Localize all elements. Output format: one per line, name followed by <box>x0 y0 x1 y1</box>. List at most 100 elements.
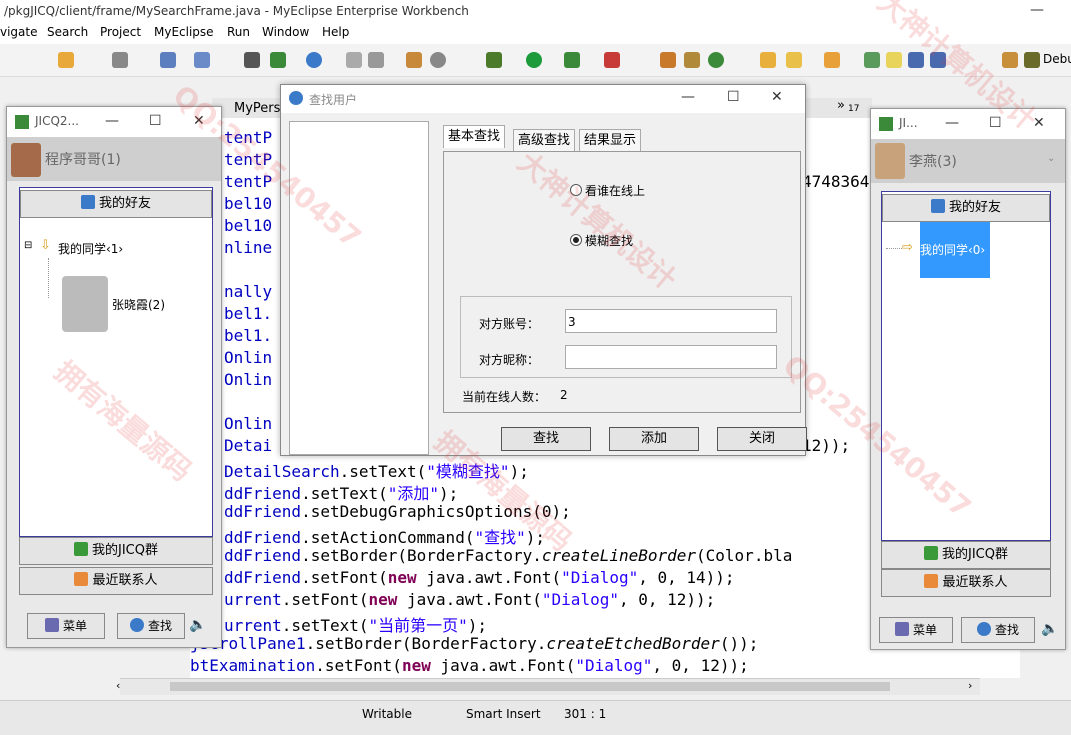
minimize-icon[interactable]: — <box>945 115 959 131</box>
user-header: 程序哥哥(1) <box>7 137 221 181</box>
close-icon[interactable]: ✕ <box>771 89 783 105</box>
radio-button-selected[interactable] <box>570 234 582 246</box>
chevron-down-icon[interactable]: ⌄ <box>1047 153 1055 164</box>
external-tools-icon[interactable] <box>604 52 620 68</box>
find-button[interactable]: 查找 <box>117 613 185 639</box>
menu-myeclipse[interactable]: MyEclipse <box>154 25 214 39</box>
jicq-group-button[interactable]: 我的JICQ群 <box>19 537 213 565</box>
server-icon[interactable] <box>270 52 286 68</box>
close-icon[interactable]: ✕ <box>193 113 205 129</box>
code-line: nline <box>224 238 272 257</box>
group-label[interactable]: 我的同学‹1› <box>58 240 123 257</box>
menu-window[interactable]: Window <box>262 25 309 39</box>
run-icon[interactable] <box>526 52 542 68</box>
code-token: ); <box>467 616 488 635</box>
code-token: tentP <box>224 128 273 147</box>
speaker-icon[interactable]: 🔈 <box>1041 621 1058 637</box>
globe2-icon[interactable] <box>430 52 446 68</box>
my-friends-label: 我的好友 <box>948 200 1001 215</box>
tree-collapse-icon[interactable]: ⊟ <box>24 240 32 251</box>
run-config-icon[interactable] <box>564 52 580 68</box>
minimize-icon[interactable]: — <box>105 113 119 129</box>
open-folder-icon[interactable] <box>760 52 776 68</box>
code-line: Onlin <box>224 348 272 367</box>
debug-perspective-label[interactable]: Debu <box>1043 52 1071 66</box>
paste-icon[interactable] <box>368 52 384 68</box>
highlight-icon[interactable] <box>886 52 902 68</box>
minimize-icon[interactable]: — <box>681 89 695 105</box>
save-icon[interactable] <box>112 52 128 68</box>
horizontal-scrollbar[interactable]: ‹ › <box>116 678 980 695</box>
new-icon[interactable] <box>58 52 74 68</box>
account-field[interactable]: 3 <box>565 309 777 333</box>
menu-search[interactable]: Search <box>47 25 88 39</box>
tab-advanced-search[interactable]: 高级查找 <box>513 129 576 152</box>
recent-contacts-button[interactable]: 最近联系人 <box>881 569 1051 597</box>
avatar[interactable] <box>875 143 905 179</box>
debug-perspective-icon[interactable] <box>1024 52 1040 68</box>
my-friends-button[interactable]: 我的好友 <box>20 190 212 218</box>
folder2-icon[interactable] <box>824 52 840 68</box>
code-line: bel1. <box>224 326 272 345</box>
scroll-right-icon[interactable]: › <box>968 679 972 692</box>
table-icon[interactable] <box>406 52 422 68</box>
editor-tab-overflow[interactable]: » <box>837 98 845 113</box>
maximize-icon[interactable]: ☐ <box>989 115 1002 131</box>
perspective-icon[interactable] <box>1002 52 1018 68</box>
pen-icon[interactable] <box>786 52 802 68</box>
radio-online[interactable]: 看谁在线上 <box>570 182 645 199</box>
avatar[interactable] <box>11 143 41 177</box>
maximize-icon[interactable]: ☐ <box>149 113 162 129</box>
pin-icon[interactable] <box>864 52 880 68</box>
my-friends-button[interactable]: 我的好友 <box>882 194 1050 222</box>
radio-button[interactable] <box>570 184 582 196</box>
status-cursor-position: 301 : 1 <box>564 707 607 721</box>
tab-results[interactable]: 结果显示 <box>579 129 642 152</box>
editor-tab[interactable]: MyPers <box>234 101 280 116</box>
jicq-group-button[interactable]: 我的JICQ群 <box>881 541 1051 569</box>
results-list[interactable] <box>289 121 429 455</box>
package-icon[interactable] <box>684 52 700 68</box>
window-icon[interactable] <box>908 52 924 68</box>
globe-icon[interactable] <box>306 52 322 68</box>
code-token: ()); <box>719 634 759 653</box>
open-type-icon[interactable] <box>160 52 176 68</box>
folder-icon: ⇩ <box>40 238 51 253</box>
find-button[interactable]: 查找 <box>961 617 1035 643</box>
code-token: bel10 <box>224 194 273 213</box>
search-button[interactable]: 查找 <box>501 427 591 451</box>
radio-fuzzy[interactable]: 模糊查找 <box>570 232 633 249</box>
menu-icon <box>44 618 59 632</box>
contact-name[interactable]: 张晓霞(2) <box>112 296 165 313</box>
new-class-icon[interactable] <box>660 52 676 68</box>
nickname-field[interactable] <box>565 345 777 369</box>
recent-contacts-button[interactable]: 最近联系人 <box>19 567 213 595</box>
close-button[interactable]: 关闭 <box>717 427 807 451</box>
jicq-titlebar: JICQ2... — ☐ ✕ <box>7 107 221 137</box>
layout-icon[interactable] <box>930 52 946 68</box>
menu-run[interactable]: Run <box>227 25 250 39</box>
speaker-icon[interactable]: 🔈 <box>189 617 206 633</box>
menu-help[interactable]: Help <box>322 25 349 39</box>
code-token: bel1. <box>224 304 273 323</box>
search-icon[interactable] <box>194 52 210 68</box>
bug-icon[interactable] <box>486 52 502 68</box>
menu-button[interactable]: 菜单 <box>879 617 953 643</box>
menu-button[interactable]: 菜单 <box>27 613 105 639</box>
code-token: bel10 <box>224 216 273 235</box>
tab-basic-search[interactable]: 基本查找 <box>443 125 506 148</box>
scroll-thumb[interactable] <box>170 682 890 691</box>
maximize-icon[interactable]: ☐ <box>727 89 740 105</box>
menu-navigate[interactable]: vigate <box>0 25 38 39</box>
cut-icon[interactable] <box>346 52 362 68</box>
deploy-icon[interactable] <box>244 52 260 68</box>
add-button[interactable]: 添加 <box>609 427 699 451</box>
refresh-icon[interactable] <box>708 52 724 68</box>
close-icon[interactable]: ✕ <box>1033 115 1045 131</box>
scroll-left-icon[interactable]: ‹ <box>116 679 120 692</box>
nickname-label: 对方昵称： <box>479 353 540 367</box>
group-label-selected[interactable]: 我的同学‹0› <box>920 222 990 278</box>
menu-project[interactable]: Project <box>100 25 141 39</box>
contact-avatar[interactable] <box>62 276 108 332</box>
code-token: (Color.bla <box>696 546 793 565</box>
